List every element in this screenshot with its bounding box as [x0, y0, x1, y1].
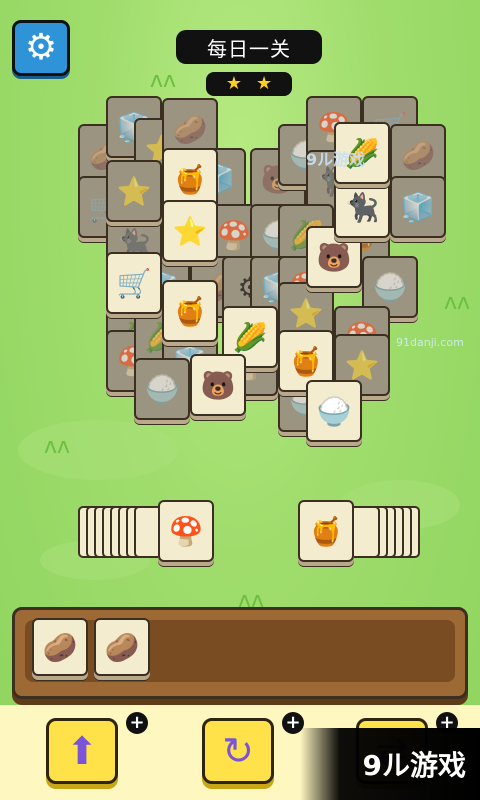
gear-icon: ⚙ — [24, 27, 58, 68]
corn-icon: 🌽 — [232, 320, 268, 354]
star-cookie-icon: ⭐ — [172, 214, 208, 248]
undo-arrow-icon: ⬆ — [66, 729, 98, 773]
refresh-button[interactable]: ↻ — [202, 718, 274, 784]
star-icon: ★ — [256, 73, 273, 94]
watermark-banner: 9ル游戏 — [300, 728, 480, 800]
honey-jar-icon: 🍯 — [308, 514, 344, 548]
tile[interactable]: 🐻 — [190, 354, 246, 416]
tile-covered: 🧊 — [390, 176, 446, 238]
star-rating: ★ ★ — [206, 72, 292, 96]
honey-jar-icon: 🍯 — [288, 344, 324, 378]
watermark-site: 91danji.com — [396, 336, 464, 349]
tile[interactable]: 🍯 — [162, 280, 218, 342]
tray-tile: 🥔 — [32, 618, 88, 676]
tile[interactable]: 🍚 — [306, 380, 362, 442]
honey-jar-icon: 🍯 — [172, 294, 208, 328]
refresh-icon: ↻ — [222, 729, 254, 773]
tile[interactable]: 🍄 — [158, 500, 214, 562]
teddy-bear-icon: 🐻 — [316, 240, 352, 274]
watermark-overlay: 9ル游戏 — [306, 150, 366, 169]
plus-label: + — [285, 712, 301, 733]
rice-bowl-icon: 🍚 — [316, 394, 352, 428]
grass-tuft: ᴧᴧ — [150, 68, 177, 93]
tile-covered: ⭐ — [106, 160, 162, 222]
tile[interactable]: ⭐ — [162, 200, 218, 262]
grass-patch — [18, 420, 178, 480]
mushroom-icon: 🍄 — [168, 514, 204, 548]
potato-icon: 🥔 — [104, 630, 140, 664]
settings-button[interactable]: ⚙ — [12, 20, 70, 76]
level-title: 每日一关 — [176, 30, 322, 64]
grass-tuft: ᴧᴧ — [444, 290, 471, 315]
tile[interactable]: 🍯 — [298, 500, 354, 562]
star-icon: ★ — [225, 73, 242, 94]
level-title-text: 每日一关 — [207, 36, 291, 61]
tray-tile: 🥔 — [94, 618, 150, 676]
plus-icon[interactable]: + — [126, 712, 148, 734]
tile[interactable]: 🐈‍⬛ — [334, 176, 390, 238]
potato-icon: 🥔 — [42, 630, 78, 664]
undo-button[interactable]: ⬆ — [46, 718, 118, 784]
plus-label: + — [129, 712, 145, 733]
tray-slots-area — [25, 620, 455, 682]
teddy-bear-icon: 🐻 — [200, 368, 236, 402]
honey-jar-icon: 🍯 — [172, 162, 208, 196]
tile-covered: 🍚 — [134, 358, 190, 420]
tile[interactable]: 🛒 — [106, 252, 162, 314]
watermark-text: 9ル游戏 — [362, 749, 466, 782]
cart-icon: 🛒 — [116, 266, 152, 300]
black-cat-icon: 🐈‍⬛ — [344, 190, 380, 224]
grass-tuft: ᴧᴧ — [44, 434, 71, 459]
